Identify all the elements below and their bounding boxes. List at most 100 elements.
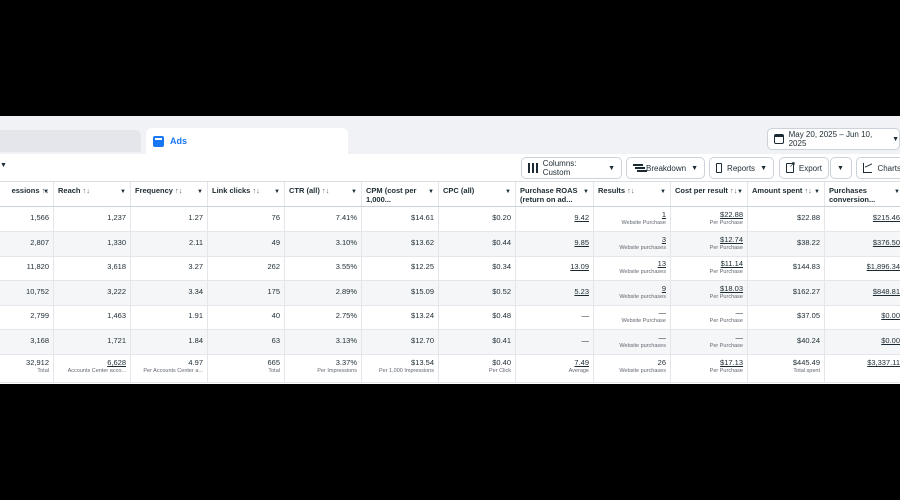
total-link-clicks: 665 Total: [208, 354, 285, 382]
date-range-picker[interactable]: May 20, 2025 – Jun 10, 2025 ▼: [767, 128, 900, 150]
total-value[interactable]: $17.13: [675, 354, 743, 367]
cell-impressions: 11,820: [0, 256, 54, 280]
sort-icon[interactable]: ↑↓: [804, 186, 812, 195]
cell-value: $12.70: [411, 335, 434, 345]
cell-value: —: [735, 332, 744, 342]
table-row[interactable]: 11,820 3,618 3.27 262 3.55% $12.25 $0.34 13.09 1…: [0, 256, 900, 281]
cell-value[interactable]: $22.88: [675, 207, 743, 219]
cell-value: $22.88: [797, 213, 820, 222]
cell-reach: 1,330: [54, 231, 131, 256]
chevron-down-icon[interactable]: ▼: [120, 188, 126, 197]
cell-purchase-roas: 5.23: [516, 280, 594, 305]
table-row[interactable]: 2,799 1,463 1.91 40 2.75% $13.24 $0.48— — Websit…: [0, 305, 900, 330]
cell-cpc: $0.20: [439, 207, 516, 231]
sort-icon[interactable]: ↑↓: [175, 186, 183, 195]
cell-value[interactable]: $18.03: [675, 281, 743, 293]
column-header-cpm[interactable]: CPM (cost per 1,000... ▼: [362, 182, 439, 206]
cell-value: $0.20: [492, 213, 511, 222]
column-header-purchase-roas[interactable]: Purchase ROAS (return on ad... ▼: [516, 182, 594, 206]
chevron-down-icon[interactable]: ▼: [660, 188, 666, 197]
column-header-link-clicks[interactable]: Link clicks ↑↓ ▼: [208, 182, 285, 206]
cell-value[interactable]: 5.23: [520, 281, 589, 296]
sort-icon[interactable]: ↑↓: [627, 186, 635, 195]
cell-cpc: $0.44: [439, 231, 516, 256]
table-row[interactable]: 3,168 1,721 1.84 63 3.13% $12.70 $0.41— — Websit…: [0, 329, 900, 355]
sort-icon[interactable]: ↑↓: [252, 186, 260, 195]
reports-label: Reports: [727, 163, 756, 173]
chevron-down-icon[interactable]: ▼: [0, 162, 7, 169]
cell-results: 3 Website purchases: [594, 231, 671, 256]
chevron-down-icon[interactable]: ▼: [43, 188, 49, 197]
cell-value[interactable]: 9: [598, 281, 666, 293]
column-header-reach[interactable]: Reach ↑↓ ▼: [54, 182, 131, 206]
cell-reach: 1,237: [54, 207, 131, 231]
total-value[interactable]: 6,628: [58, 354, 126, 367]
column-header-amount-spent[interactable]: Amount spent ↑↓ ▼: [748, 182, 825, 206]
breakdown-icon: [633, 163, 644, 173]
sort-icon[interactable]: ↑↓: [322, 186, 330, 195]
cell-value[interactable]: $11.14: [675, 256, 743, 268]
column-header-frequency[interactable]: Frequency ↑↓ ▼: [131, 182, 208, 206]
chevron-down-icon[interactable]: ▼: [894, 188, 900, 197]
column-header-label: Frequency: [135, 186, 173, 195]
cell-cost-per-result: $11.14 Per Purchase: [671, 256, 748, 280]
cell-results: — Website purchases: [594, 329, 671, 354]
export-options-button[interactable]: ▼: [830, 157, 852, 179]
cell-value[interactable]: 9.42: [520, 207, 589, 222]
total-value[interactable]: $3,337.11: [829, 354, 900, 367]
cell-results: — Website Purchase: [594, 305, 671, 329]
column-header-impressions[interactable]: essions ↑↓ ▼: [0, 182, 54, 206]
cell-subtext: Website Purchase: [621, 220, 666, 226]
cell-subtext: Per Purchase: [709, 269, 743, 275]
column-header-cost-per-result[interactable]: Cost per result ↑↓ ▼: [671, 182, 748, 206]
cell-value: $0.41: [492, 335, 511, 345]
cell-value: —: [735, 308, 744, 317]
breakdown-button[interactable]: Breakdown ▼: [626, 157, 705, 179]
tab-ad-sets[interactable]: [0, 130, 141, 152]
chevron-down-icon[interactable]: ▼: [814, 188, 820, 197]
export-button[interactable]: Export: [779, 157, 829, 179]
cell-value[interactable]: 3: [598, 232, 666, 244]
total-value[interactable]: 7.49: [520, 354, 589, 367]
chevron-down-icon[interactable]: ▼: [197, 188, 203, 197]
cell-value[interactable]: $376.50: [829, 232, 900, 247]
cell-value[interactable]: 1: [598, 207, 666, 219]
total-subtext: Website purchases: [619, 368, 666, 374]
total-subtext: Per Click: [488, 368, 511, 374]
cell-value[interactable]: 13.09: [520, 256, 589, 271]
cell-value[interactable]: $215.46: [829, 207, 900, 222]
table-row[interactable]: 2,807 1,330 2.11 49 3.10% $13.62 $0.44 9.85 3 Web…: [0, 231, 900, 257]
column-header-ctr[interactable]: CTR (all) ↑↓ ▼: [285, 182, 362, 206]
columns-button[interactable]: Columns: Custom ▼: [521, 157, 622, 179]
cell-value[interactable]: $0.00: [829, 330, 900, 345]
column-header-results[interactable]: Results ↑↓ ▼: [594, 182, 671, 206]
chevron-down-icon[interactable]: ▼: [428, 188, 434, 197]
cell-value: $37.05: [797, 311, 820, 320]
cell-frequency: 3.27: [131, 256, 208, 280]
chevron-down-icon[interactable]: ▼: [583, 188, 589, 197]
table-row[interactable]: 1,566 1,237 1.27 76 7.41% $14.61 $0.20 9.42 1 Web…: [0, 207, 900, 232]
cell-value[interactable]: $1,896.34: [829, 256, 900, 271]
cell-value[interactable]: $0.00: [829, 305, 900, 320]
column-header-label: CPM (cost per 1,000...: [366, 186, 417, 204]
tab-ads[interactable]: Ads: [146, 128, 348, 154]
chevron-down-icon[interactable]: ▼: [351, 188, 357, 197]
cell-amount-spent: $22.88: [748, 207, 825, 231]
cell-value[interactable]: $12.74: [675, 232, 743, 244]
chevron-down-icon[interactable]: ▼: [737, 188, 743, 197]
ads-icon: [153, 135, 164, 147]
cell-value[interactable]: $848.81: [829, 281, 900, 296]
sort-icon[interactable]: ↑↓: [83, 186, 91, 195]
chevron-down-icon[interactable]: ▼: [274, 188, 280, 197]
cell-value: $0.44: [492, 237, 511, 247]
column-header-cpc[interactable]: CPC (all) ▼: [439, 182, 516, 206]
cell-value[interactable]: 13: [598, 256, 666, 268]
charts-button[interactable]: Charts: [856, 157, 900, 179]
cell-value[interactable]: 9.85: [520, 232, 589, 247]
column-header-purchases-conversion-value[interactable]: Purchases conversion... ▼: [825, 182, 900, 206]
table-row[interactable]: 10,752 3,222 3.34 175 2.89% $15.09 $0.52 5.23 9 W…: [0, 280, 900, 306]
cell-cost-per-result: — Per Purchase: [671, 329, 748, 354]
total-cost-per-result: $17.13 Per Purchase: [671, 354, 748, 382]
chevron-down-icon[interactable]: ▼: [505, 188, 511, 197]
reports-button[interactable]: Reports ▼: [709, 157, 774, 179]
